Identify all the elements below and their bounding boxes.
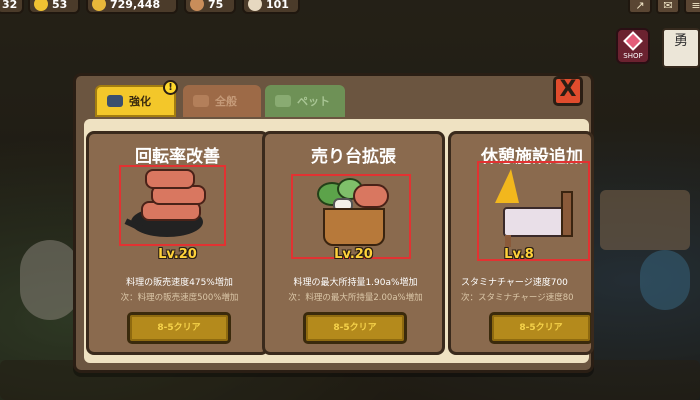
hud-stat-4-value: 75	[208, 0, 224, 11]
alert-mark: !	[168, 82, 173, 93]
card-description: 料理の最大所持量1.90a%増加	[293, 278, 418, 288]
food-basket-icon	[293, 176, 409, 257]
unlock-condition-button[interactable]: 8-5クリア	[127, 312, 231, 344]
star-icon	[34, 0, 48, 11]
card-title: 回転率改善	[135, 147, 220, 167]
shop-button[interactable]: SHOP	[616, 28, 650, 64]
tab-pet[interactable]: ペット	[265, 85, 345, 117]
hud-stat-4: 75	[184, 0, 236, 14]
tab-general[interactable]: 全般	[183, 85, 261, 117]
upgrade-panel: 強化 ! 全般 ペット X 回転率改善 Lv.20 料理の販売速度475%増加 …	[73, 73, 594, 373]
card-image-frame	[119, 165, 226, 246]
hud-stat-2: 53	[28, 0, 80, 14]
alert-icon: !	[163, 80, 178, 95]
hud-stat-5-value: 101	[266, 0, 289, 11]
upgrade-card-rest-facility: 休憩施設追加 Lv.8 スタミナチャージ速度700 次：スタミナチャージ速度80…	[448, 131, 594, 355]
hud-stat-5: 101	[242, 0, 300, 14]
shop-label: SHOP	[623, 52, 643, 60]
side-card-label: 勇	[674, 33, 688, 49]
card-description: 料理の販売速度475%増加	[126, 278, 233, 288]
tab-general-label: 全般	[215, 95, 237, 108]
close-button[interactable]: X	[553, 76, 583, 106]
upgrade-card-counter: 売り台拡張 Lv.20 料理の最大所持量1.90a%増加 次：料理の最大所持量2…	[262, 131, 445, 355]
card-next-effect: 次：料理の販売速度500%増加	[120, 293, 239, 303]
gem-icon	[623, 31, 643, 51]
material-icon	[248, 0, 262, 11]
gear-icon	[193, 95, 209, 107]
share-button[interactable]: ↗	[628, 0, 652, 14]
meat-chunk	[353, 184, 389, 208]
top-hud: 32 53 729,448 75 101 ↗ ✉ ≡	[0, 0, 700, 16]
tab-pet-label: ペット	[297, 95, 330, 108]
grilled-meat-pan-icon	[121, 167, 224, 244]
mail-button[interactable]: ✉	[656, 0, 680, 14]
card-level: Lv.20	[158, 247, 197, 262]
anvil-icon	[107, 95, 123, 107]
card-level: Lv.20	[334, 247, 373, 262]
hud-stat-2-value: 53	[52, 0, 68, 11]
close-icon: X	[559, 77, 577, 102]
bed-leg	[505, 235, 511, 247]
unlock-condition-button[interactable]: 8-5クリア	[489, 312, 591, 344]
cat-icon	[275, 95, 291, 107]
hud-coins-value: 729,448	[110, 0, 161, 11]
basket-shape	[323, 208, 385, 246]
menu-button[interactable]: ≡	[684, 0, 700, 14]
upgrade-card-turnover: 回転率改善 Lv.20 料理の販売速度475%増加 次：料理の販売速度500%増…	[86, 131, 269, 355]
bed-headboard	[561, 191, 573, 237]
side-menu-card[interactable]: 勇	[662, 28, 700, 68]
card-next-effect: 次：料理の最大所持量2.00a%増加	[288, 293, 423, 303]
meat-slice	[145, 169, 195, 189]
bed-lightning-icon	[479, 163, 588, 259]
card-image-frame	[477, 161, 590, 261]
card-level: Lv.8	[504, 247, 534, 262]
ingredient-icon	[190, 0, 204, 11]
tab-upgrade-label: 強化	[129, 95, 151, 108]
bed-mattress	[503, 207, 569, 237]
hud-stat-1-value: 32	[2, 0, 18, 11]
unlock-condition-button[interactable]: 8-5クリア	[303, 312, 407, 344]
card-description: スタミナチャージ速度700	[461, 278, 568, 288]
hud-coins: 729,448	[86, 0, 178, 14]
lightning-bolt	[495, 169, 519, 203]
hud-stat-1: 32	[0, 0, 24, 14]
card-next-effect: 次：スタミナチャージ速度80	[461, 293, 574, 303]
card-title: 売り台拡張	[311, 147, 396, 167]
coin-icon	[92, 0, 106, 11]
